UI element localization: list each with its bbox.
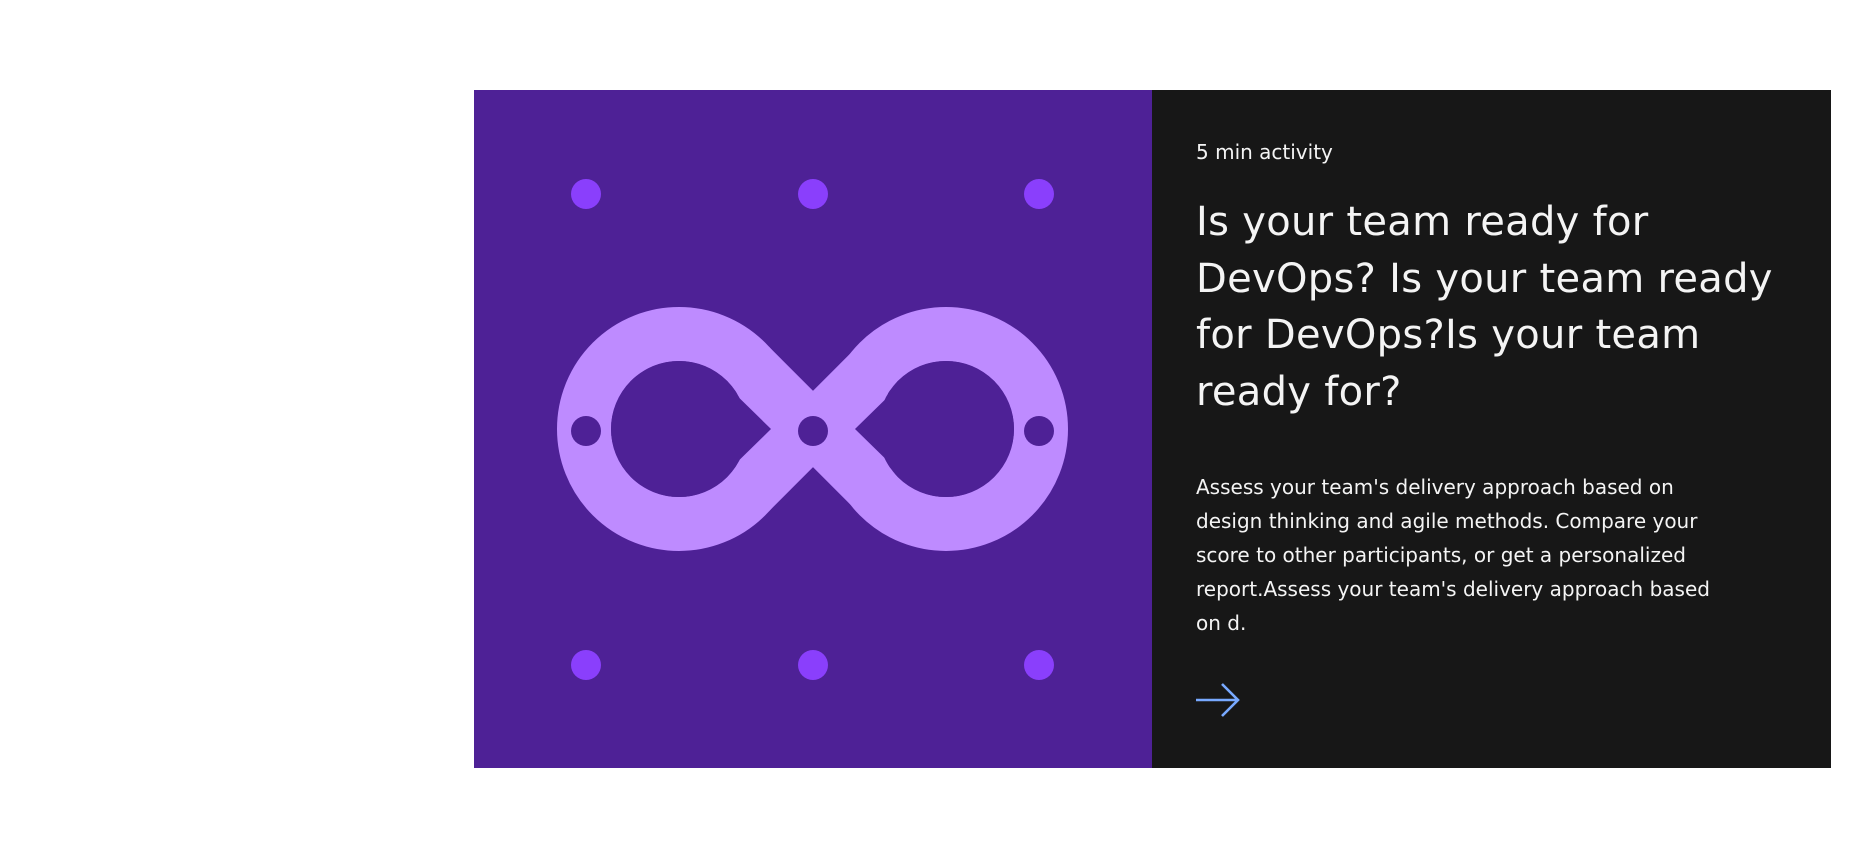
dot-bottom-left [571,650,601,680]
card-illustration [474,90,1152,768]
dot-bottom-center [798,650,828,680]
dot-top-center [798,179,828,209]
card-description: Assess your team's delivery approach bas… [1196,475,1710,635]
card-eyebrow: 5 min activity [1196,140,1333,164]
infinity-icon [557,307,1068,551]
activity-card[interactable]: 5 min activity Is your team ready for De… [474,90,1831,768]
dot-top-right [1024,179,1054,209]
card-content: 5 min activity Is your team ready for De… [1152,90,1831,768]
arrow-right-icon[interactable] [1194,680,1242,720]
dot-bottom-right [1024,650,1054,680]
dot-left-loop [571,416,601,446]
infinity-illustration [557,179,1068,680]
card-headline: Is your team ready for DevOps? Is your t… [1196,199,1773,415]
dot-top-left [571,179,601,209]
dot-right-loop [1024,416,1054,446]
card-link[interactable] [1194,680,1242,720]
dot-center [798,416,828,446]
